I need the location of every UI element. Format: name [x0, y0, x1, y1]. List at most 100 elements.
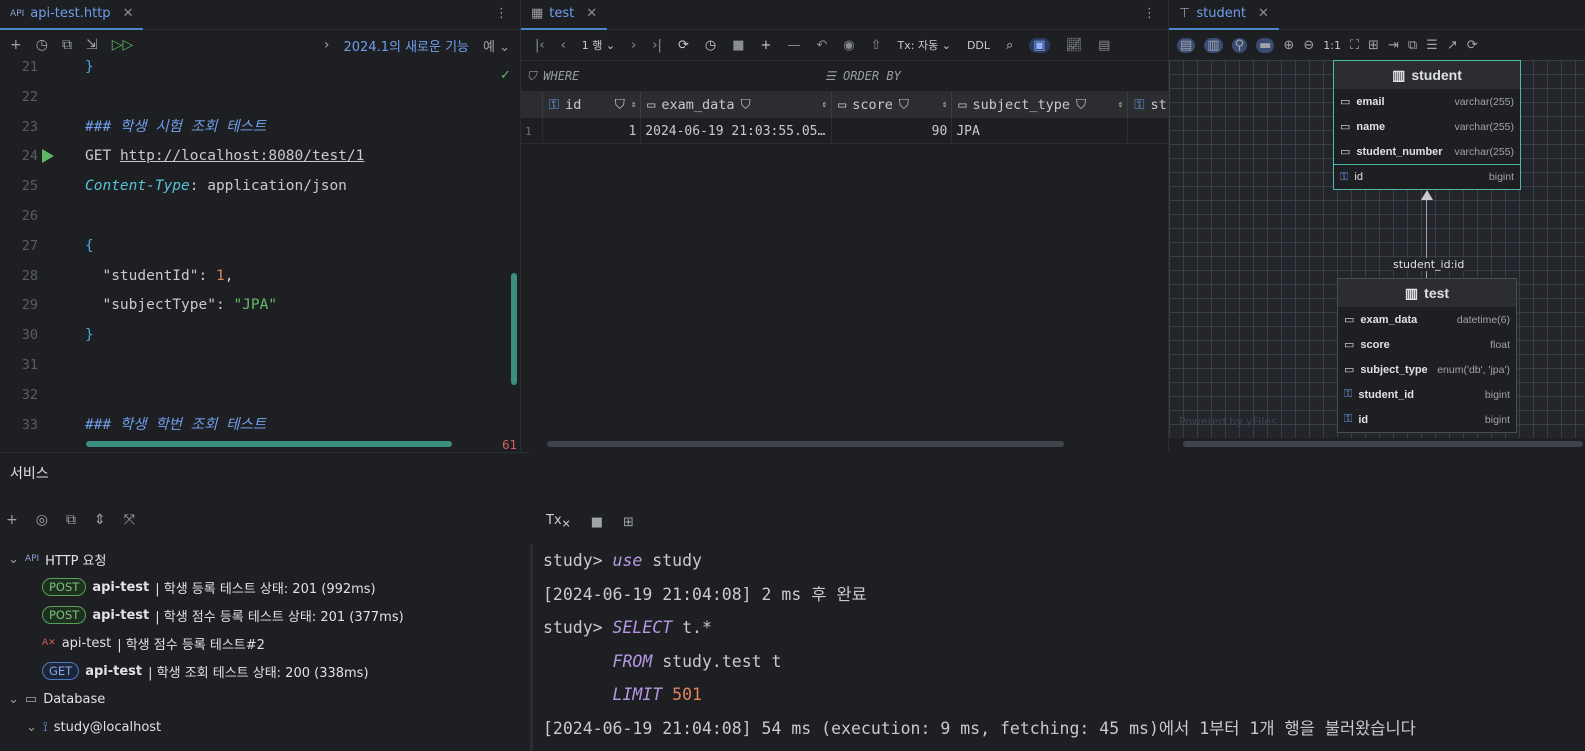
- filter-icon[interactable]: ⛉: [1076, 97, 1086, 113]
- tab-student[interactable]: ⊤ student ✕: [1169, 0, 1279, 30]
- export-icon[interactable]: ⇥: [1388, 38, 1399, 53]
- filter-icon[interactable]: ⛉: [741, 97, 751, 113]
- column-header-subject-type[interactable]: ▭ subject_type ⛉ ⇕: [952, 92, 1129, 118]
- code-line[interactable]: 28 "studentId": 1,: [0, 261, 520, 291]
- chart-icon[interactable]: 📈︎: [1066, 38, 1083, 53]
- more-options-icon[interactable]: ⋮: [495, 6, 508, 21]
- add-service-icon[interactable]: +: [6, 512, 18, 528]
- copy-icon[interactable]: ⧉: [62, 37, 72, 53]
- view-mode-icon[interactable]: ▣: [1029, 37, 1050, 53]
- cell-exam-data[interactable]: 2024-06-19 21:03:55.05…: [641, 118, 833, 144]
- run-all-icon[interactable]: ▷▷: [112, 37, 134, 53]
- entity-test[interactable]: ▥ test ▭ exam_data datetime(6) ▭ score float …: [1337, 278, 1517, 433]
- run-request-icon[interactable]: [42, 149, 54, 164]
- orderby-filter[interactable]: ☰ ORDER BY: [821, 69, 901, 83]
- add-icon[interactable]: +: [10, 37, 22, 53]
- new-tab-icon[interactable]: ⧉: [66, 512, 76, 528]
- submit-icon[interactable]: ⇧: [871, 38, 882, 53]
- column-header-student-id[interactable]: ⚿ st: [1128, 92, 1168, 118]
- filter-icon[interactable]: ⛉: [899, 97, 909, 113]
- tx-mode-dropdown[interactable]: Tx: 자동 ⌄: [898, 37, 951, 53]
- code-line[interactable]: 27 {: [0, 231, 520, 261]
- open-external-icon[interactable]: ↗: [1447, 38, 1458, 53]
- cell-subject-type[interactable]: JPA: [952, 118, 1129, 144]
- revert-icon[interactable]: ↶: [816, 38, 827, 53]
- keys-toggle-icon[interactable]: ⚲: [1231, 37, 1248, 53]
- request-item[interactable]: A✕ api-test | 학생 점수 등록 테스트#2: [0, 629, 530, 657]
- stop-icon[interactable]: ■: [591, 515, 603, 530]
- collapse-all-icon[interactable]: ⤧: [124, 512, 135, 528]
- vertical-scrollbar[interactable]: [511, 273, 517, 385]
- show-icon[interactable]: ◎: [36, 512, 48, 528]
- filter-icon[interactable]: ⛉: [615, 97, 625, 113]
- tab-api-test-http[interactable]: API api-test.http ✕: [0, 0, 144, 30]
- refresh-icon[interactable]: ⟳: [678, 38, 689, 53]
- cell-student-id[interactable]: [1128, 118, 1168, 144]
- tx-button[interactable]: Tx✕: [546, 513, 571, 531]
- db-connection-item[interactable]: ⌄ ⟟ study@localhost: [0, 713, 530, 741]
- delete-row-icon[interactable]: —: [787, 38, 800, 53]
- code-line[interactable]: 21}: [0, 52, 520, 82]
- request-item[interactable]: POST api-test | 학생 점수 등록 테스트 상태: 201 (37…: [0, 601, 530, 629]
- close-icon[interactable]: ✕: [1258, 6, 1269, 21]
- code-line[interactable]: 29 "subjectType": "JPA": [0, 290, 520, 320]
- rows-dropdown[interactable]: 1 행 ⌄: [582, 37, 615, 53]
- sort-icon[interactable]: ⇕: [822, 100, 831, 110]
- columns-toggle-icon[interactable]: ▥: [1204, 37, 1223, 53]
- import-icon[interactable]: ⇲: [86, 37, 98, 53]
- tree-group-database[interactable]: ⌄ ▭ Database: [0, 685, 530, 713]
- entity-student[interactable]: ▥ student ▭ email varchar(255) ▭ name varchar…: [1333, 60, 1521, 190]
- prev-page-icon[interactable]: ‹: [561, 38, 566, 53]
- where-filter[interactable]: ⛉ WHERE: [521, 69, 821, 84]
- sort-icon[interactable]: ⇕: [942, 100, 951, 110]
- code-line[interactable]: 22: [0, 82, 520, 112]
- layout-icon[interactable]: ⊞: [623, 515, 634, 530]
- stop-icon[interactable]: ■: [732, 38, 744, 53]
- preview-icon[interactable]: ◉: [843, 38, 854, 53]
- column-header-id[interactable]: ⚿ id ⛉ ⇕: [543, 92, 642, 118]
- last-page-icon[interactable]: ›|: [652, 38, 662, 53]
- code-line[interactable]: 23 ### 학생 시험 조회 테스트: [0, 112, 520, 142]
- code-line[interactable]: 33 ### 학생 학번 조회 테스트: [0, 410, 520, 440]
- close-icon[interactable]: ✕: [586, 6, 597, 21]
- history-icon[interactable]: ◷: [705, 38, 716, 53]
- expand-all-icon[interactable]: ⇕: [94, 512, 106, 528]
- console-output[interactable]: study> use study [2024-06-19 21:04:08] 2 …: [530, 544, 1585, 751]
- close-icon[interactable]: ✕: [123, 6, 134, 21]
- request-item[interactable]: POST api-test | 학생 등록 테스트 상태: 201 (992ms…: [0, 573, 530, 601]
- code-area[interactable]: 21} 22 23 ### 학생 시험 조회 테스트 24 GET http://loca…: [0, 59, 520, 452]
- code-line[interactable]: 25 Content-Type: application/json: [0, 171, 520, 201]
- first-page-icon[interactable]: |‹: [535, 38, 545, 53]
- transpose-icon[interactable]: ▤: [1098, 38, 1110, 53]
- next-page-icon[interactable]: ›: [631, 38, 636, 53]
- tree-group-http[interactable]: ⌄ API HTTP 요청: [0, 545, 530, 573]
- refresh-icon[interactable]: ⟳: [1467, 38, 1478, 53]
- column-header-score[interactable]: ▭ score ⛉ ⇕: [832, 92, 953, 118]
- comments-toggle-icon[interactable]: ▬: [1256, 37, 1275, 53]
- tab-test[interactable]: ▦ test ✕: [521, 0, 608, 30]
- cell-score[interactable]: 90: [832, 118, 953, 144]
- sort-icon[interactable]: ⇕: [1118, 100, 1127, 110]
- ddl-button[interactable]: DDL: [967, 39, 990, 52]
- code-line[interactable]: 31: [0, 350, 520, 380]
- horizontal-scrollbar[interactable]: [86, 441, 452, 447]
- add-row-icon[interactable]: +: [760, 38, 771, 53]
- diagram-canvas[interactable]: ▥ student ▭ email varchar(255) ▭ name varchar…: [1169, 60, 1585, 438]
- history-icon[interactable]: ◷: [36, 37, 48, 53]
- horizontal-scrollbar[interactable]: [1183, 441, 1583, 447]
- sort-icon[interactable]: ⇕: [631, 100, 640, 110]
- actual-size-button[interactable]: 1:1: [1323, 39, 1341, 52]
- key-columns-toggle-icon[interactable]: ▤: [1177, 37, 1196, 53]
- zoom-out-icon[interactable]: ⊖: [1303, 38, 1314, 53]
- code-line[interactable]: 26: [0, 201, 520, 231]
- code-line[interactable]: 24 GET http://localhost:8080/test/1: [0, 141, 520, 171]
- layout-icon[interactable]: ⊞: [1368, 38, 1379, 53]
- settings-icon[interactable]: ☰: [1426, 38, 1438, 53]
- copy-icon[interactable]: ⧉: [1408, 38, 1417, 53]
- table-row[interactable]: 1 1 2024-06-19 21:03:55.05… 90 JPA: [521, 118, 1168, 144]
- column-header-exam-data[interactable]: ▭ exam_data ⛉ ⇕: [641, 92, 833, 118]
- horizontal-scrollbar[interactable]: [547, 441, 1064, 447]
- more-options-icon[interactable]: ⋮: [1143, 6, 1156, 21]
- fit-content-icon[interactable]: ⛶: [1350, 38, 1359, 53]
- search-icon[interactable]: ⌕: [1006, 38, 1013, 53]
